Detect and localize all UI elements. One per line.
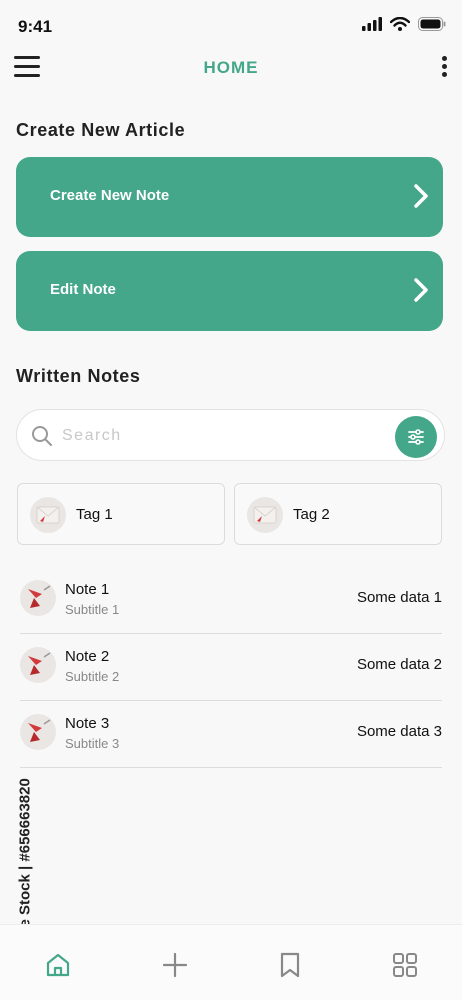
nav-more[interactable] [391, 951, 419, 979]
search-input[interactable] [62, 422, 362, 450]
note-row[interactable]: Note 3 Subtitle 3 Some data 3 [20, 701, 442, 768]
note-title: Note 2 [65, 648, 110, 665]
search-bar [16, 409, 445, 461]
note-data: Some data 1 [356, 589, 442, 606]
filter-sliders-icon [408, 429, 424, 445]
bottom-navigation [0, 924, 462, 1000]
note-data: Some data 3 [356, 723, 442, 740]
notes-section-title: Written Notes [16, 366, 141, 386]
note-subtitle: Subtitle 1 [65, 602, 120, 617]
status-icons [362, 17, 446, 31]
wifi-icon [390, 17, 410, 31]
tag-label: Tag 1 [76, 506, 113, 523]
tag-thumbnail [247, 497, 283, 533]
create-new-note-label: Create New Note [50, 187, 170, 204]
nav-bookmarks[interactable] [276, 951, 304, 979]
edit-note-card[interactable]: Edit Note [16, 251, 443, 331]
nav-add[interactable] [161, 951, 189, 979]
create-section-title: Create New Article [16, 120, 186, 140]
home-icon [46, 953, 70, 977]
nav-home[interactable] [44, 951, 72, 979]
note-title: Note 1 [65, 581, 110, 598]
status-time: 9:41 [18, 17, 53, 36]
bookmark-icon [280, 952, 300, 978]
filter-button[interactable] [395, 416, 437, 458]
page-title: HOME [203, 58, 259, 77]
note-thumbnail [20, 580, 56, 616]
chevron-right-icon [414, 278, 428, 302]
grid-icon [393, 953, 417, 977]
chevron-right-icon [414, 184, 428, 208]
note-thumbnail [20, 647, 56, 683]
status-bar: 9:41 [0, 0, 462, 50]
note-subtitle: Subtitle 3 [65, 736, 120, 751]
note-subtitle: Subtitle 2 [65, 669, 120, 684]
note-title: Note 3 [65, 715, 110, 732]
note-thumbnail [20, 714, 56, 750]
tag-card-1[interactable]: Tag 1 [17, 483, 225, 545]
signal-icon [362, 17, 382, 31]
top-app-bar: HOME [0, 50, 462, 86]
note-data: Some data 2 [356, 656, 442, 673]
tag-card-2[interactable]: Tag 2 [234, 483, 442, 545]
plus-icon [162, 952, 188, 978]
battery-icon [418, 17, 446, 31]
search-icon [32, 426, 52, 446]
note-row[interactable]: Note 2 Subtitle 2 Some data 2 [20, 634, 442, 701]
tag-thumbnail [30, 497, 66, 533]
note-row[interactable]: Note 1 Subtitle 1 Some data 1 [20, 567, 442, 634]
more-options-icon[interactable] [440, 56, 448, 80]
create-new-note-card[interactable]: Create New Note [16, 157, 443, 237]
tag-label: Tag 2 [293, 506, 330, 523]
edit-note-label: Edit Note [50, 281, 116, 298]
